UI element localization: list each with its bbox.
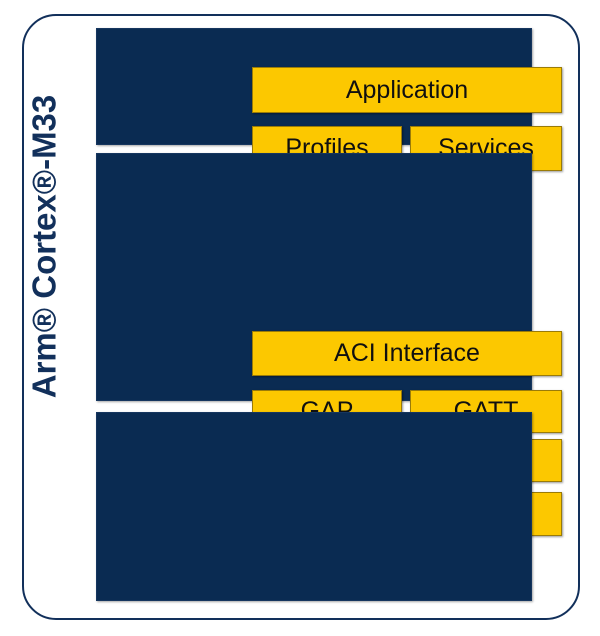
block-application[interactable]: Application [252, 67, 562, 113]
section-controller: Host Control Interface Link Layer Radio … [96, 412, 532, 601]
section-label-host-stack: Host Stack [581, 353, 600, 509]
block-aci-interface[interactable]: ACI Interface [252, 331, 562, 376]
section-application: Application Profiles Services [96, 28, 562, 171]
section-host-stack: ACI Interface GAP GATT ATT SM L2CAP Host… [96, 153, 600, 536]
stack-architecture-diagram: Arm® Cortex®-M33 Application Profiles Se… [0, 0, 600, 636]
chip-label-arm-cortex-m33: Arm® Cortex®-M33 [25, 94, 63, 399]
